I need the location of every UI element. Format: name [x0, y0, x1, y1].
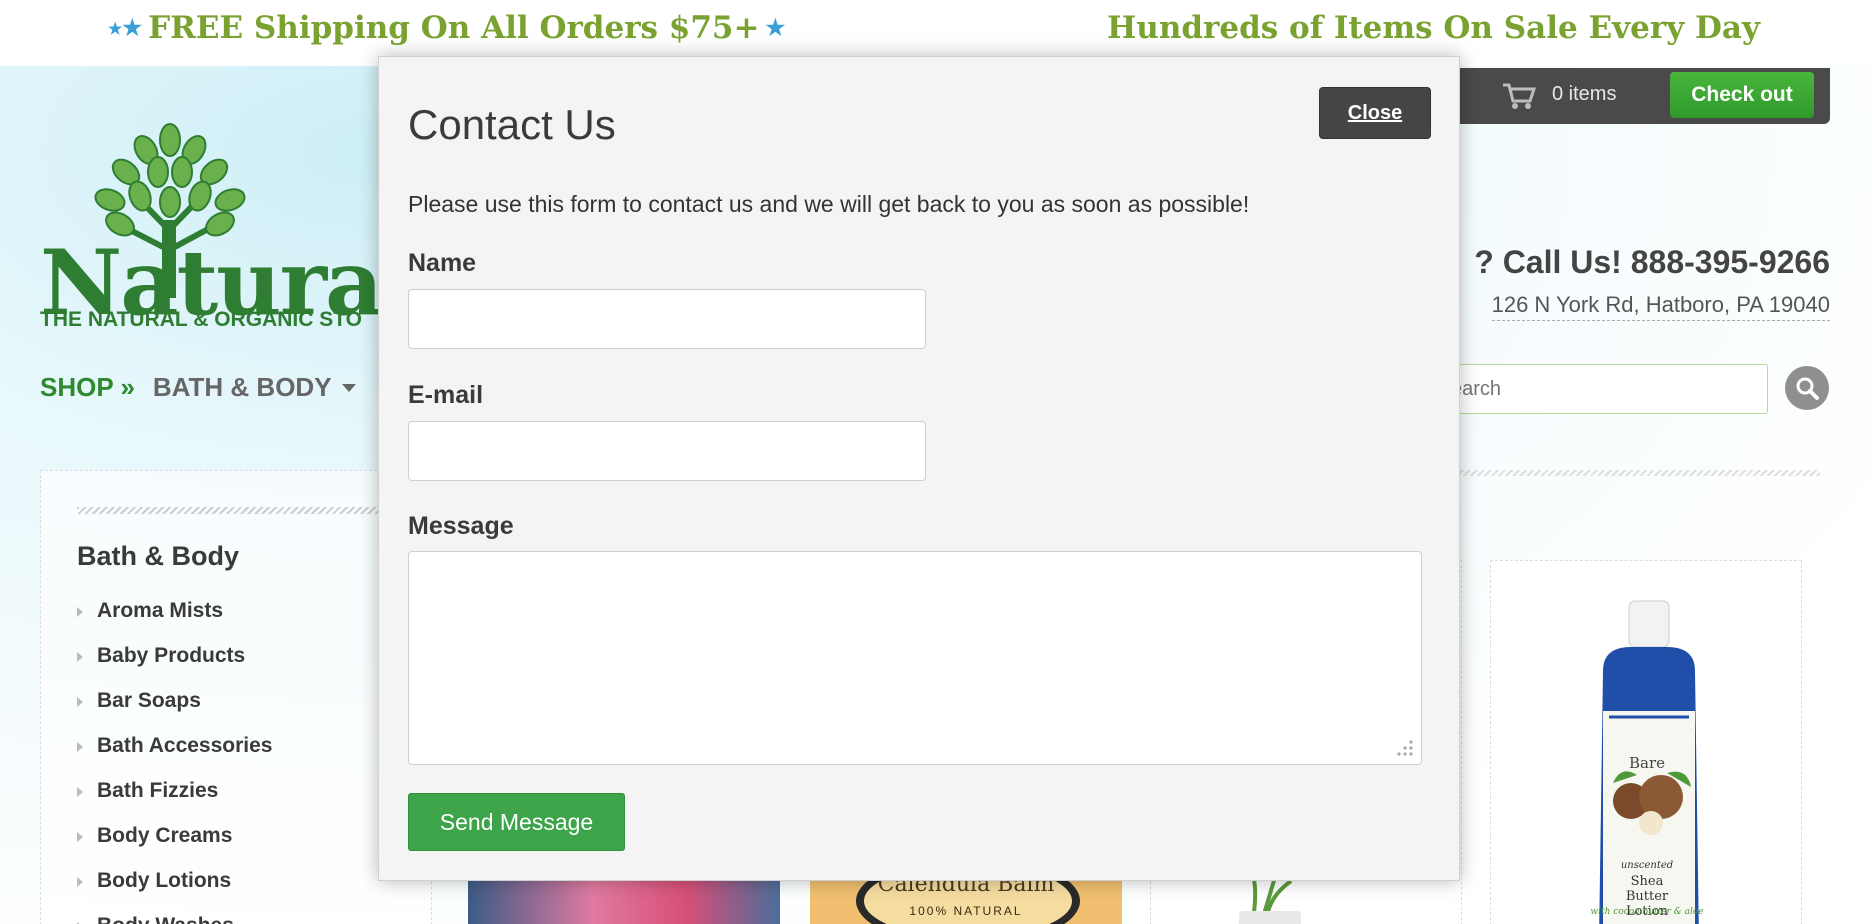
sidebar-title: Bath & Body: [77, 541, 239, 571]
balm-label-sub: 100% NATURAL: [909, 904, 1023, 918]
product-card-shea-lotion[interactable]: Bare unscented Shea Butter Lotion with c…: [1490, 560, 1802, 924]
lotion-kind-text: unscented: [1620, 860, 1674, 871]
sidebar-item-bath-accessories[interactable]: Bath Accessories: [77, 734, 272, 779]
lotion-brand-text: Bare: [1628, 754, 1665, 772]
cart-item-count[interactable]: 0 items: [1552, 83, 1616, 106]
sidebar-item-label: Baby Products: [97, 644, 246, 667]
checkout-button[interactable]: Check out: [1670, 72, 1814, 118]
close-button[interactable]: Close: [1319, 87, 1431, 139]
email-label: E-mail: [408, 381, 484, 409]
logo-tagline: THE NATURAL & ORGANIC STO: [40, 308, 363, 331]
sidebar-item-bar-soaps[interactable]: Bar Soaps: [77, 689, 272, 734]
sidebar-item-body-washes[interactable]: Body Washes: [77, 914, 272, 924]
site-logo[interactable]: Naturalisti THE NATURAL & ORGANIC STO: [40, 120, 568, 340]
shopping-cart-icon[interactable]: [1502, 82, 1536, 110]
bullet-arrow-icon: [77, 697, 83, 707]
email-field[interactable]: [408, 421, 926, 481]
star-icon: ★: [108, 18, 123, 38]
sidebar-category-list: Aroma Mists Baby Products Bar Soaps Bath…: [77, 599, 272, 924]
bullet-arrow-icon: [77, 787, 83, 797]
free-shipping-banner[interactable]: ★ ★ FREE Shipping On All Orders $75+ ★: [108, 10, 785, 46]
bullet-arrow-icon: [77, 742, 83, 752]
bullet-arrow-icon: [77, 832, 83, 842]
message-textarea[interactable]: [408, 551, 1422, 765]
header-divider: [1440, 470, 1820, 476]
star-icon: ★: [765, 15, 786, 41]
sidebar-item-label: Body Lotions: [97, 869, 232, 892]
bullet-arrow-icon: [77, 877, 83, 887]
contact-us-modal: Contact Us Close Please use this form to…: [378, 56, 1460, 881]
store-address-link[interactable]: 126 N York Rd, Hatboro, PA 19040: [1491, 292, 1830, 321]
star-icon: ★: [122, 15, 143, 41]
modal-title: Contact Us: [408, 101, 616, 148]
send-message-button[interactable]: Send Message: [408, 793, 625, 851]
resize-grip-icon[interactable]: [1393, 736, 1415, 758]
lotion-note-text: with cocoa butter & aloe: [1590, 907, 1704, 917]
sidebar-item-body-lotions[interactable]: Body Lotions: [77, 869, 272, 914]
nav-bath-body-menu[interactable]: BATH & BODY: [153, 372, 356, 403]
bullet-arrow-icon: [77, 652, 83, 662]
caret-down-icon: [341, 383, 356, 392]
sidebar-item-baby-products[interactable]: Baby Products: [77, 644, 272, 689]
sidebar-item-body-creams[interactable]: Body Creams: [77, 824, 272, 869]
product-image-soaps[interactable]: [468, 880, 780, 924]
search-button[interactable]: [1785, 366, 1829, 410]
bullet-arrow-icon: [77, 607, 83, 617]
main-nav: SHOP » BATH & BODY: [40, 372, 356, 403]
category-sidebar: Bath & Body Aroma Mists Baby Products Ba…: [40, 470, 432, 924]
search-icon: [1796, 377, 1819, 400]
modal-description: Please use this form to contact us and w…: [408, 191, 1250, 217]
nav-shop-label: SHOP »: [40, 372, 135, 402]
nav-bath-body-label: BATH & BODY: [152, 372, 332, 402]
sidebar-item-bath-fizzies[interactable]: Bath Fizzies: [77, 779, 272, 824]
sidebar-item-aroma-mists[interactable]: Aroma Mists: [77, 599, 272, 644]
sidebar-divider: [77, 507, 407, 514]
phone-callout: ? Call Us! 888-395-9266: [1474, 244, 1830, 280]
free-shipping-text: FREE Shipping On All Orders $75+: [148, 10, 760, 46]
sidebar-item-label: Body Washes: [97, 914, 234, 924]
sale-banner[interactable]: Hundreds of Items On Sale Every Day: [1107, 10, 1760, 46]
sidebar-item-label: Aroma Mists: [97, 599, 224, 622]
sidebar-item-label: Bath Fizzies: [97, 779, 219, 802]
cart-bar: 0 items Check out: [1440, 68, 1830, 124]
sidebar-item-label: Body Creams: [97, 824, 233, 847]
sidebar-item-label: Bath Accessories: [97, 734, 273, 757]
name-label: Name: [408, 249, 477, 277]
name-field[interactable]: [408, 289, 926, 349]
message-label: Message: [408, 512, 514, 540]
sidebar-item-label: Bar Soaps: [97, 689, 201, 712]
search-input[interactable]: [1430, 364, 1768, 414]
